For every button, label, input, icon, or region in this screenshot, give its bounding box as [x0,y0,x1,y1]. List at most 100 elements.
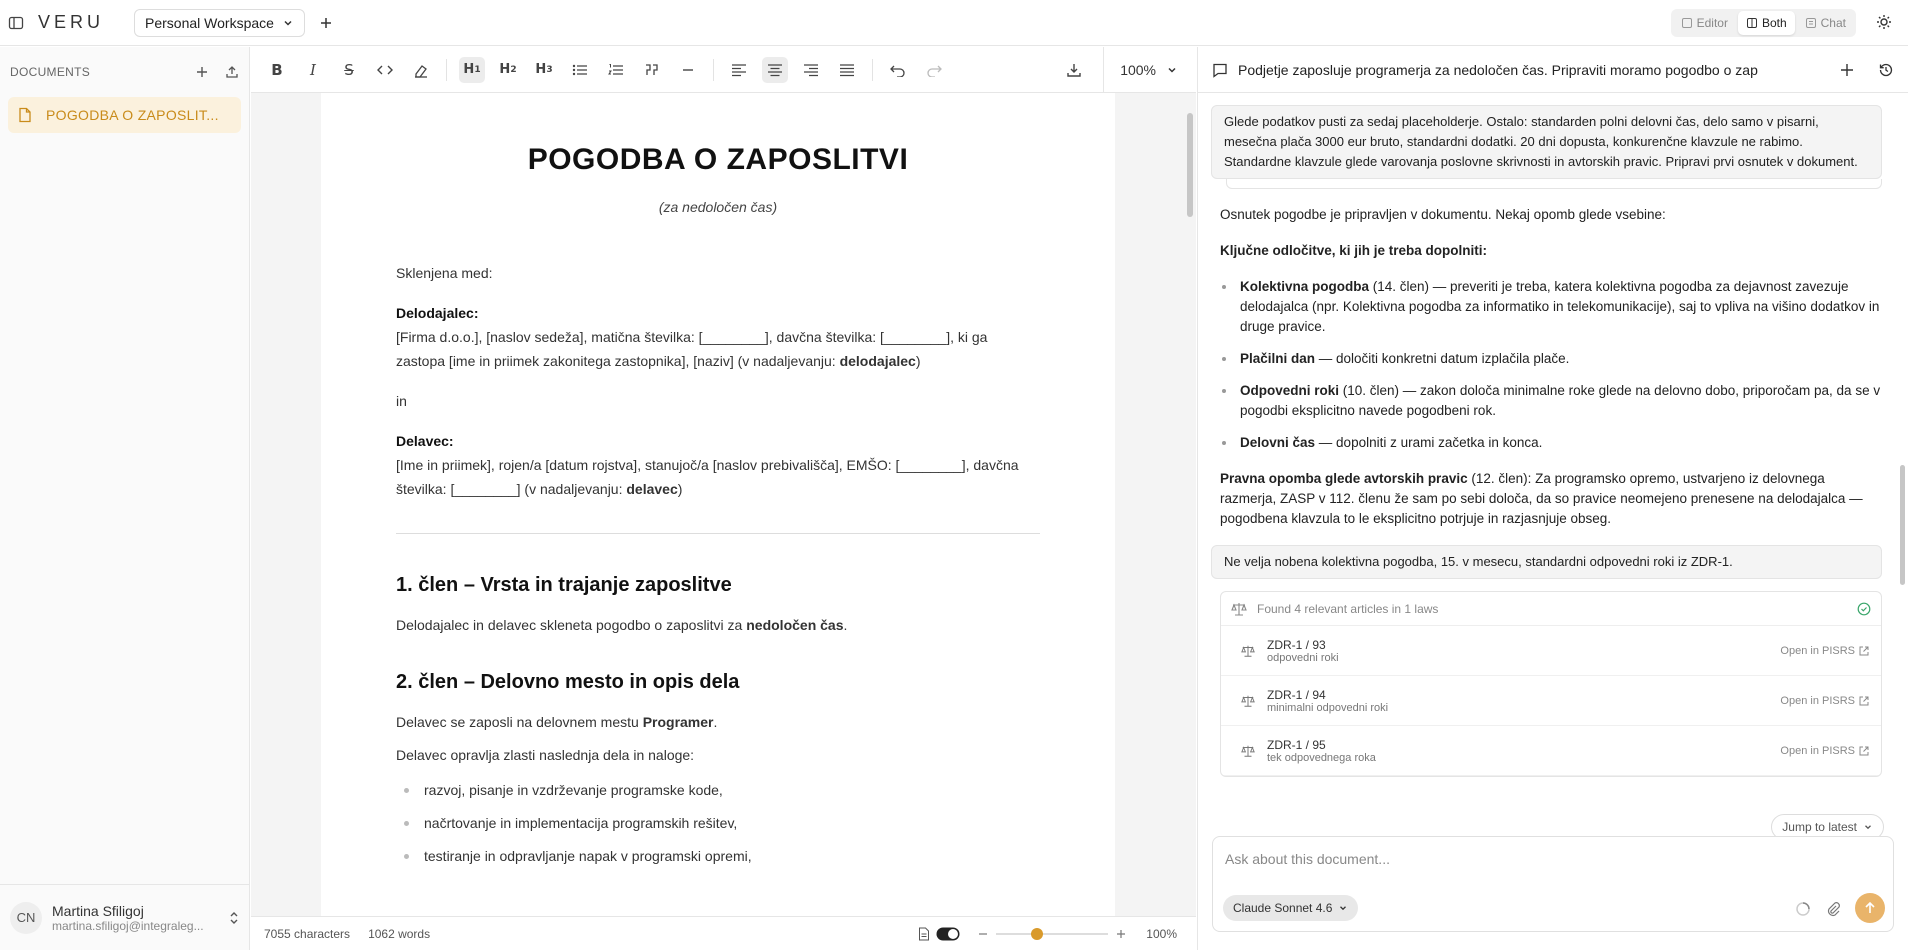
align-center-button[interactable] [762,56,788,83]
external-link-icon [1859,746,1869,755]
new-chat-button[interactable] [1840,63,1854,77]
list-item: Odpovedni roki (10. člen) — zakon določa… [1214,381,1882,421]
chat-panel-icon [1805,18,1816,28]
chevron-down-icon [1168,67,1176,73]
model-selector[interactable]: Claude Sonnet 4.6 [1223,895,1359,921]
assistant-reply-heading: Ključne odločitve, ki jih je treba dopol… [1220,243,1488,258]
user-menu[interactable]: CN Martina Sfiligoj martina.sfiligoj@int… [0,884,250,950]
theme-toggle-button[interactable] [1876,14,1892,30]
code-button[interactable] [372,57,398,83]
arrow-up-icon [1865,901,1875,913]
add-workspace-button[interactable] [319,16,333,30]
employer-text: [Firma d.o.o.], [naslov sedeža], matična… [396,329,988,369]
align-right-icon [804,63,818,76]
new-document-button[interactable] [195,65,209,79]
plus-icon [1841,63,1853,76]
employee-label: Delavec: [396,433,454,449]
employee-text: [Ime in priimek], rojen/a [datum rojstva… [396,457,1019,497]
list-item: testiranje in odpravljanje napak v progr… [396,846,1040,866]
chevron-down-icon [284,20,292,26]
paperclip-icon [1827,902,1840,917]
bullet-list-button[interactable] [567,57,593,83]
scale-icon [1241,645,1255,657]
app-logo: VERU [38,12,105,32]
section-1-text: Delodajalec in delavec skleneta pogodbo … [396,617,848,633]
list-item: razvoj, pisanje in vzdrževanje programsk… [396,780,1040,800]
download-button[interactable] [1061,57,1087,83]
ordered-list-icon [608,63,623,75]
align-justify-icon [840,63,854,76]
file-icon [19,107,31,123]
history-button[interactable] [1878,62,1894,78]
sidebar-item-document[interactable]: POGODBA O ZAPOSLIT... [8,97,241,133]
ordered-list-button[interactable] [603,57,629,83]
open-in-pisrs-link[interactable]: Open in PISRS [1780,695,1869,707]
redo-icon [927,65,942,77]
undo-button[interactable] [885,57,911,83]
redo-button[interactable] [921,57,947,83]
zoom-in-button[interactable] [1116,929,1126,939]
chat-title: Podjetje zaposluje programerja za nedolo… [1238,61,1758,78]
open-in-pisrs-link[interactable]: Open in PISRS [1780,645,1869,657]
quote-button[interactable] [639,57,665,83]
document-subtitle: (za nedoločen čas) [658,199,778,215]
chat-input[interactable]: Ask about this document... [1225,851,1390,867]
user-message: Glede podatkov pusti za sedaj placeholde… [1211,105,1882,179]
document-page[interactable]: POGODBA O ZAPOSLITVI (za nedoločen čas) … [321,93,1115,917]
heading3-button[interactable]: H3 [531,57,557,83]
strikethrough-button[interactable]: S [336,57,362,83]
list-item: načrtovanje in implementacija programski… [396,813,1040,833]
zoom-slider[interactable] [996,927,1109,941]
sidebar: DOCUMENTS POGODBA O ZAPOSLIT... CN Marti… [0,47,250,950]
align-center-icon [768,63,782,76]
horizontal-rule-button[interactable] [675,57,701,83]
zoom-slider-thumb[interactable] [1031,927,1044,940]
workspace-selector[interactable]: Personal Workspace [134,8,305,37]
chat-pane: Podjetje zaposluje programerja za nedolo… [1197,47,1908,950]
align-right-button[interactable] [798,57,824,83]
send-button[interactable] [1855,893,1885,923]
bold-button[interactable]: B [264,57,290,83]
download-icon [1067,63,1081,77]
chat-icon [1213,63,1227,78]
editor-scrollbar[interactable] [1185,93,1195,917]
view-editor-button[interactable]: Editor [1673,11,1736,35]
check-circle-icon [1857,602,1871,615]
documents-heading: DOCUMENTS [10,65,91,79]
chat-input-box: Ask about this document... Claude Sonnet… [1212,836,1894,932]
heading2-button[interactable]: H2 [495,57,521,83]
article-row: ZDR-1 / 94 minimalni odpovedni roki Open … [1221,676,1881,726]
avatar: CN [10,901,42,934]
user-message: Ne velja nobena kolektivna pogodba, 15. … [1211,545,1882,579]
law-search-result: Found 4 relevant articles in 1 laws ZDR-… [1220,591,1882,777]
toggle-sidebar-icon[interactable] [8,15,24,31]
italic-button[interactable]: I [300,57,326,83]
layout-toggle[interactable] [936,927,960,941]
page-view-icon[interactable] [918,927,930,941]
attach-button[interactable] [1825,901,1841,917]
editor-pane: B I S H1 H2 H3 100% POGODBA O ZAPOSLITVI… [251,46,1196,950]
highlight-button[interactable] [408,57,434,83]
upload-button[interactable] [225,65,239,79]
section-2-text: Delavec se zaposli na delovnem mestu Pro… [396,714,718,730]
view-both-button[interactable]: Both [1737,11,1795,35]
status-bar: 7055 characters 1062 words 100% [251,916,1196,950]
article-row: ZDR-1 / 95 tek odpovednega roka Open in P… [1221,726,1881,776]
user-name: Martina Sfiligoj [52,902,144,919]
align-justify-button[interactable] [834,57,860,83]
chat-scrollbar[interactable] [1898,93,1908,893]
article-row: ZDR-1 / 93 odpovedni roki Open in PISRS [1221,626,1881,676]
zoom-select[interactable]: 100% [1103,46,1196,93]
plus-icon [320,17,331,28]
tool-result-summary: Found 4 relevant articles in 1 laws [1257,601,1439,616]
legal-note: Pravna opomba glede avtorskih pravic (12… [1220,471,1863,526]
open-in-pisrs-link[interactable]: Open in PISRS [1780,745,1869,757]
heading1-button[interactable]: H1 [459,56,485,83]
zoom-out-button[interactable] [978,929,988,939]
view-chat-button[interactable]: Chat [1797,11,1854,35]
align-left-button[interactable] [726,57,752,83]
minus-icon [683,68,693,71]
view-mode-toggle: Editor Both Chat [1670,9,1856,37]
external-link-icon [1859,646,1869,655]
formatting-toolbar: B I S H1 H2 H3 100% [251,46,1196,93]
